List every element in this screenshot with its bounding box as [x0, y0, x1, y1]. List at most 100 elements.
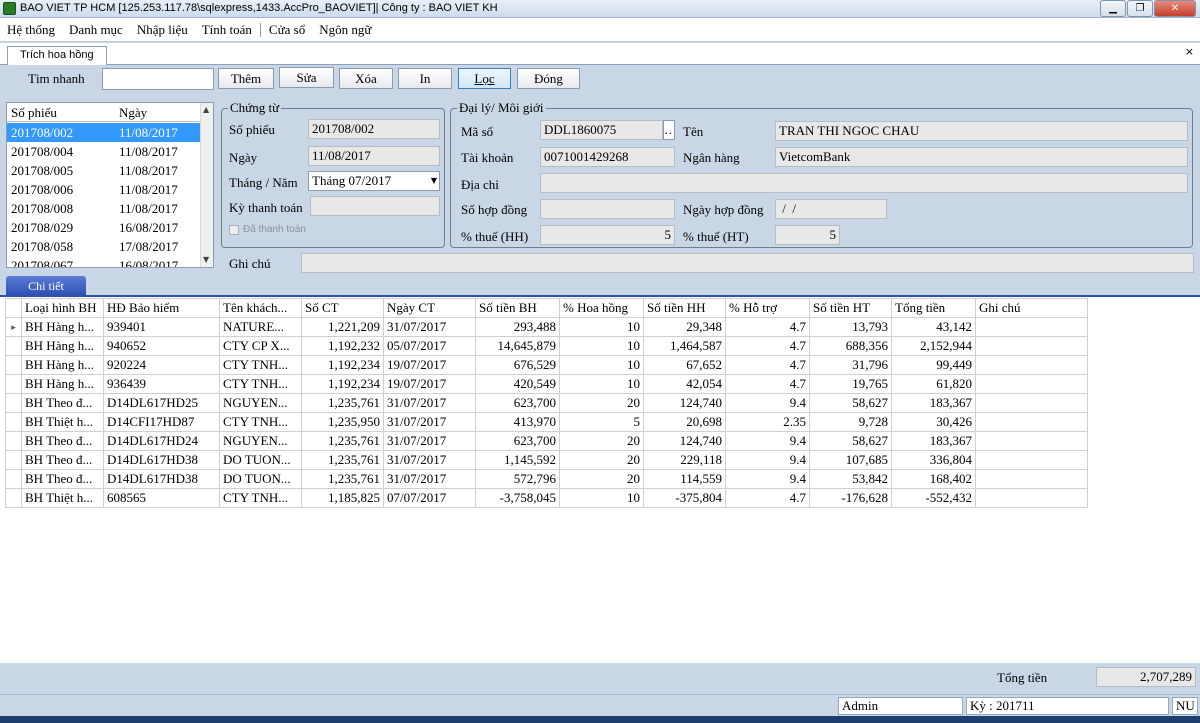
- row-indicator[interactable]: [5, 450, 22, 470]
- grid-cell[interactable]: -375,804: [643, 488, 726, 508]
- print-button[interactable]: In: [398, 68, 452, 89]
- grid-cell[interactable]: BH Hàng h...: [21, 355, 104, 375]
- grid-cell[interactable]: 10: [559, 488, 644, 508]
- grid-cell[interactable]: D14DL617HD38: [103, 469, 220, 489]
- col-ten-khach[interactable]: Tên khách...: [219, 298, 302, 318]
- ma-so-field[interactable]: DDL1860075: [540, 120, 663, 140]
- grid-cell[interactable]: DO TUON...: [219, 450, 302, 470]
- grid-row[interactable]: BH Thiệt h... 608565 CTY TNH... 1,185,825 07…: [5, 488, 1088, 508]
- grid-cell[interactable]: BH Thiệt h...: [21, 412, 104, 432]
- grid-row[interactable]: BH Thiệt h... D14CFI17HD87 CTY TNH... 1,235…: [5, 412, 1088, 432]
- grid-cell[interactable]: 31/07/2017: [383, 450, 476, 470]
- grid-cell[interactable]: [975, 393, 1088, 413]
- grid-cell[interactable]: DO TUON...: [219, 469, 302, 489]
- scroll-down-icon[interactable]: ▼: [203, 255, 209, 264]
- grid-cell[interactable]: 293,488: [475, 317, 560, 337]
- filter-button[interactable]: Lọc: [458, 68, 511, 89]
- add-button[interactable]: Thêm: [218, 68, 274, 89]
- da-thanh-toan-checkbox[interactable]: [229, 225, 239, 235]
- grid-cell[interactable]: 31/07/2017: [383, 412, 476, 432]
- grid-cell[interactable]: 31,796: [809, 355, 892, 375]
- grid-cell[interactable]: 413,970: [475, 412, 560, 432]
- edit-button[interactable]: Sửa: [279, 67, 334, 88]
- grid-cell[interactable]: [975, 431, 1088, 451]
- grid-cell[interactable]: 58,627: [809, 393, 892, 413]
- grid-cell[interactable]: 31/07/2017: [383, 393, 476, 413]
- grid-cell[interactable]: [975, 374, 1088, 394]
- grid-cell[interactable]: 20: [559, 393, 644, 413]
- grid-cell[interactable]: 1,192,234: [301, 374, 384, 394]
- col-so-tien-hh[interactable]: Số tiền HH: [643, 298, 726, 318]
- grid-cell[interactable]: 9.4: [725, 431, 810, 451]
- grid-cell[interactable]: 229,118: [643, 450, 726, 470]
- grid-cell[interactable]: 623,700: [475, 393, 560, 413]
- grid-cell[interactable]: 1,145,592: [475, 450, 560, 470]
- grid-row[interactable]: BH Theo đ... D14DL617HD38 DO TUON... 1,235,…: [5, 450, 1088, 470]
- voucher-row[interactable]: 201708/067 16/08/2017: [7, 256, 202, 267]
- col-loai-hinh-bh[interactable]: Loại hình BH: [21, 298, 104, 318]
- grid-cell[interactable]: 1,235,761: [301, 393, 384, 413]
- grid-cell[interactable]: 1,192,234: [301, 355, 384, 375]
- grid-row[interactable]: BH Theo đ... D14DL617HD24 NGUYEN... 1,235,7…: [5, 431, 1088, 451]
- grid-cell[interactable]: BH Theo đ...: [21, 393, 104, 413]
- grid-cell[interactable]: [975, 412, 1088, 432]
- grid-cell[interactable]: 05/07/2017: [383, 336, 476, 356]
- grid-cell[interactable]: D14CFI17HD87: [103, 412, 220, 432]
- col-hoa-hong[interactable]: % Hoa hồng: [559, 298, 644, 318]
- grid-cell[interactable]: 58,627: [809, 431, 892, 451]
- grid-cell[interactable]: 20: [559, 469, 644, 489]
- grid-cell[interactable]: 13,793: [809, 317, 892, 337]
- voucher-row[interactable]: 201708/058 17/08/2017: [7, 237, 202, 256]
- row-indicator[interactable]: ▸: [5, 317, 22, 337]
- voucher-row[interactable]: 201708/008 11/08/2017: [7, 199, 202, 218]
- grid-cell[interactable]: 168,402: [891, 469, 976, 489]
- voucher-row[interactable]: 201708/005 11/08/2017: [7, 161, 202, 180]
- grid-cell[interactable]: 2.35: [725, 412, 810, 432]
- menu-nhap-lieu[interactable]: Nhập liệu: [130, 22, 195, 38]
- grid-cell[interactable]: 20,698: [643, 412, 726, 432]
- grid-cell[interactable]: 183,367: [891, 393, 976, 413]
- grid-cell[interactable]: 572,796: [475, 469, 560, 489]
- grid-cell[interactable]: NATURE...: [219, 317, 302, 337]
- col-so-phieu[interactable]: Số phiếu: [11, 105, 57, 121]
- grid-cell[interactable]: 14,645,879: [475, 336, 560, 356]
- close-form-button[interactable]: Đóng: [517, 68, 580, 89]
- grid-cell[interactable]: 9,728: [809, 412, 892, 432]
- grid-row[interactable]: BH Theo đ... D14DL617HD25 NGUYEN... 1,235,7…: [5, 393, 1088, 413]
- grid-cell[interactable]: 1,221,209: [301, 317, 384, 337]
- grid-cell[interactable]: 19,765: [809, 374, 892, 394]
- menu-cua-so[interactable]: Cửa sổ: [262, 22, 312, 38]
- thue-ht-field[interactable]: 5: [775, 225, 840, 245]
- grid-cell[interactable]: 183,367: [891, 431, 976, 451]
- voucher-list-scrollbar[interactable]: ▲ ▼: [200, 103, 213, 267]
- grid-cell[interactable]: 10: [559, 355, 644, 375]
- grid-row[interactable]: BH Hàng h... 920224 CTY TNH... 1,192,234 19/…: [5, 355, 1088, 375]
- col-so-ct[interactable]: Số CT: [301, 298, 384, 318]
- voucher-row[interactable]: 201708/004 11/08/2017: [7, 142, 202, 161]
- grid-cell[interactable]: 20: [559, 431, 644, 451]
- grid-cell[interactable]: 31/07/2017: [383, 469, 476, 489]
- so-hop-dong-field[interactable]: [540, 199, 675, 219]
- grid-cell[interactable]: 9.4: [725, 469, 810, 489]
- grid-cell[interactable]: CTY TNH...: [219, 374, 302, 394]
- ma-so-lookup-button[interactable]: …: [663, 120, 675, 140]
- grid-cell[interactable]: [975, 488, 1088, 508]
- grid-cell[interactable]: 29,348: [643, 317, 726, 337]
- grid-cell[interactable]: 5: [559, 412, 644, 432]
- grid-cell[interactable]: 420,549: [475, 374, 560, 394]
- tab-trich-hoa-hong[interactable]: Trích hoa hồng: [7, 46, 107, 65]
- grid-cell[interactable]: -552,432: [891, 488, 976, 508]
- row-indicator[interactable]: [5, 393, 22, 413]
- row-indicator[interactable]: [5, 412, 22, 432]
- grid-cell[interactable]: D14DL617HD24: [103, 431, 220, 451]
- tab-chi-tiet[interactable]: Chi tiết: [6, 276, 86, 296]
- grid-cell[interactable]: 07/07/2017: [383, 488, 476, 508]
- grid-cell[interactable]: 20: [559, 450, 644, 470]
- grid-cell[interactable]: BH Hàng h...: [21, 374, 104, 394]
- tai-khoan-field[interactable]: 0071001429268: [540, 147, 675, 167]
- grid-cell[interactable]: -3,758,045: [475, 488, 560, 508]
- grid-cell[interactable]: 4.7: [725, 317, 810, 337]
- grid-cell[interactable]: NGUYEN...: [219, 431, 302, 451]
- row-indicator[interactable]: [5, 431, 22, 451]
- grid-cell[interactable]: 53,842: [809, 469, 892, 489]
